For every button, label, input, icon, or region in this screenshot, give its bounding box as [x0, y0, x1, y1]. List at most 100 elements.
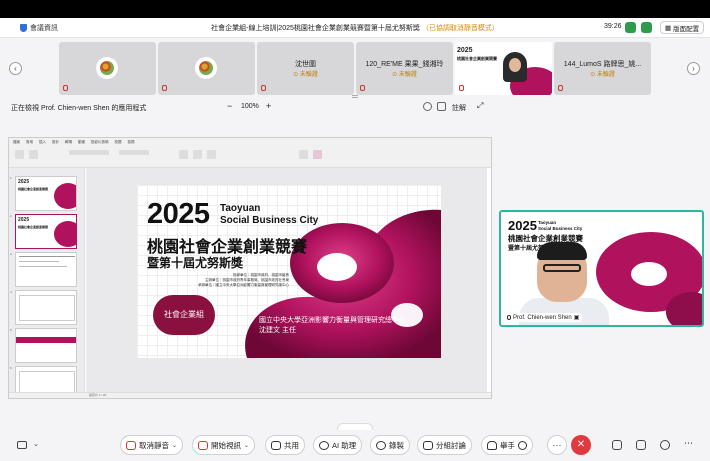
ppt-tab[interactable]: 插入 [39, 140, 46, 145]
speaker-glasses [543, 264, 581, 272]
thumb-number: 3 [10, 252, 12, 256]
slide-thumbnail[interactable] [15, 290, 77, 325]
participant-tile[interactable]: 2025 桃園社會企業創業競賽 [455, 42, 552, 95]
speaker-slide-year: 2025 [508, 218, 537, 233]
quick-styles-icon[interactable] [207, 150, 216, 159]
speaker-video[interactable]: 2025 Taoyuan Social Business City 桃園社會企業… [499, 210, 704, 327]
participant-tile[interactable]: 沈世圍 ⊙ 未驗證 [257, 42, 354, 95]
participant-video [503, 52, 527, 82]
participant-tile[interactable] [59, 42, 156, 95]
chevron-down-icon[interactable]: ⌄ [172, 442, 177, 449]
slide-thumbnails-panel: 1 2025 桃園社會企業創業競賽 2 2025 桃園社會企業創業競賽 3 4 … [9, 168, 85, 398]
grid-icon: ▦ [665, 24, 672, 32]
slide-organization: 國立中央大學亞洲影響力衡量與管理研究總中心 [259, 317, 406, 324]
ppt-tab[interactable]: 校閱 [115, 140, 122, 145]
annotate-button[interactable]: 註解 [452, 103, 466, 113]
leave-meeting-button[interactable]: ✕ [571, 435, 591, 455]
speaker-name-label: Prof. Chien-wen Shen ▣ [504, 313, 583, 322]
layout-button[interactable]: ▦ 版面配置 [660, 21, 705, 34]
audio-device-icon[interactable] [17, 441, 27, 449]
designer-icon[interactable] [299, 150, 308, 159]
more-button[interactable]: ··· [547, 435, 567, 455]
mic-off-icon [360, 85, 365, 91]
tile-slide-subtitle: 桃園社會企業創業競賽 [457, 56, 497, 61]
video-off-icon [198, 440, 208, 450]
participant-status: ⊙ 未驗證 [293, 72, 318, 78]
paragraph-tools[interactable] [119, 150, 149, 155]
security-icon[interactable] [641, 22, 652, 33]
participant-name: 沈世圍 [295, 61, 316, 68]
chat-icon[interactable] [660, 440, 670, 450]
ai-assistant-button[interactable]: AI 助理 [313, 435, 363, 455]
new-slide-icon[interactable] [29, 150, 38, 159]
ppt-tab[interactable]: 檢視 [128, 140, 135, 145]
zoom-out-button[interactable]: − [227, 101, 232, 111]
reactions-icon[interactable] [518, 440, 527, 450]
thumb-number: 4 [10, 290, 12, 294]
ppt-tab[interactable]: 轉場 [65, 140, 72, 145]
mic-off-icon [459, 85, 464, 91]
more-options-icon[interactable]: ⋯ [684, 438, 694, 448]
unmute-label: 取消靜音 [139, 440, 169, 450]
breakout-label: 分組討論 [436, 440, 466, 450]
shapes-icon[interactable] [179, 150, 188, 159]
ppt-tab[interactable]: 常用 [26, 140, 33, 145]
copilot-icon[interactable] [313, 150, 322, 159]
slide-year: 2025 [147, 198, 210, 230]
speaker-hair [537, 242, 587, 260]
share-view-bar: 正在檢視 Prof. Chien-wen Shen 的應用程式 − 100% +… [0, 98, 710, 116]
ppt-tabs: 檔案 常用 插入 設計 轉場 動畫 投影片放映 校閱 檢視 [13, 140, 135, 145]
fullscreen-icon[interactable]: ⤢ [477, 101, 486, 110]
thumb-blob [54, 183, 76, 209]
ppt-tab[interactable]: 投影片放映 [91, 140, 109, 145]
participant-tile[interactable]: 144_LumoS 路牌思_姚... ⊙ 未驗證 [554, 42, 651, 95]
mic-off-icon [558, 85, 563, 91]
zoom-level: 100% [241, 103, 259, 110]
participant-name: 144_LumoS 路牌思_姚... [563, 61, 642, 68]
record-label: 錄製 [389, 440, 404, 450]
slide-thumbnail[interactable] [15, 252, 77, 287]
view-options-icon[interactable] [423, 102, 432, 111]
unmute-button[interactable]: 取消靜音 ⌄ [120, 435, 184, 455]
font-select[interactable] [69, 150, 109, 155]
thumb-number: 5 [10, 328, 12, 332]
ppt-tab[interactable]: 檔案 [13, 140, 20, 145]
thumb-number: 2 [10, 214, 12, 218]
strip-next-button[interactable]: › [687, 62, 700, 75]
slide-thumbnail[interactable] [15, 328, 77, 363]
participant-tile[interactable]: 120_RE'ME 果果_錢湘玲 ⊙ 未驗證 [356, 42, 453, 95]
slide-english-line-1: Taoyuan [220, 203, 261, 214]
participant-tile[interactable] [158, 42, 255, 95]
slide-thumbnail[interactable]: 2025 桃園社會企業創業競賽 [15, 176, 77, 211]
slide-thumbnail[interactable]: 2025 桃園社會企業創業競賽 [15, 214, 77, 249]
thumb-title: 桃園社會企業創業競賽 [18, 225, 49, 229]
ppt-tab[interactable]: 設計 [52, 140, 59, 145]
zoom-in-button[interactable]: + [266, 101, 271, 111]
connection-icon[interactable] [625, 22, 636, 33]
thumb-number: 1 [10, 176, 12, 180]
participants-icon[interactable] [612, 440, 622, 450]
participant-strip: ‹ 沈世圍 ⊙ 未驗證 120_RE'ME 果果_錢湘玲 ⊙ 未驗證 2025 … [0, 38, 710, 98]
breakout-button[interactable]: 分組討論 [417, 435, 472, 455]
slide-english-line-2: Social Business City [220, 215, 319, 226]
chevron-down-icon[interactable]: ⌄ [33, 440, 39, 448]
participant-name: 120_RE'ME 果果_錢湘玲 [365, 61, 444, 68]
pin-icon[interactable]: ▣ [574, 314, 580, 321]
ai-icon [319, 440, 329, 450]
strip-prev-button[interactable]: ‹ [9, 62, 22, 75]
start-video-button[interactable]: 開始視訊 ⌄ [192, 435, 256, 455]
arrange-icon[interactable] [193, 150, 202, 159]
ppt-status-text: 投影片 1 / 20 [89, 393, 107, 397]
raise-hand-button[interactable]: 舉手 [481, 435, 533, 455]
paste-icon[interactable] [15, 150, 24, 159]
participant-status: ⊙ 未驗證 [590, 72, 615, 78]
chevron-down-icon[interactable]: ⌄ [244, 442, 249, 449]
mic-off-icon [63, 85, 68, 91]
annotate-icon[interactable] [437, 102, 446, 111]
control-bar: ⌄ 取消靜音 ⌄ 開始視訊 ⌄ 共用 AI 助理 錄製 分組討論 舉手 ··· … [0, 430, 710, 461]
record-button[interactable]: 錄製 [370, 435, 410, 455]
apps-icon[interactable] [636, 440, 646, 450]
ppt-tab[interactable]: 動畫 [78, 140, 85, 145]
thumb-number: 6 [10, 366, 12, 370]
share-button[interactable]: 共用 [265, 435, 305, 455]
